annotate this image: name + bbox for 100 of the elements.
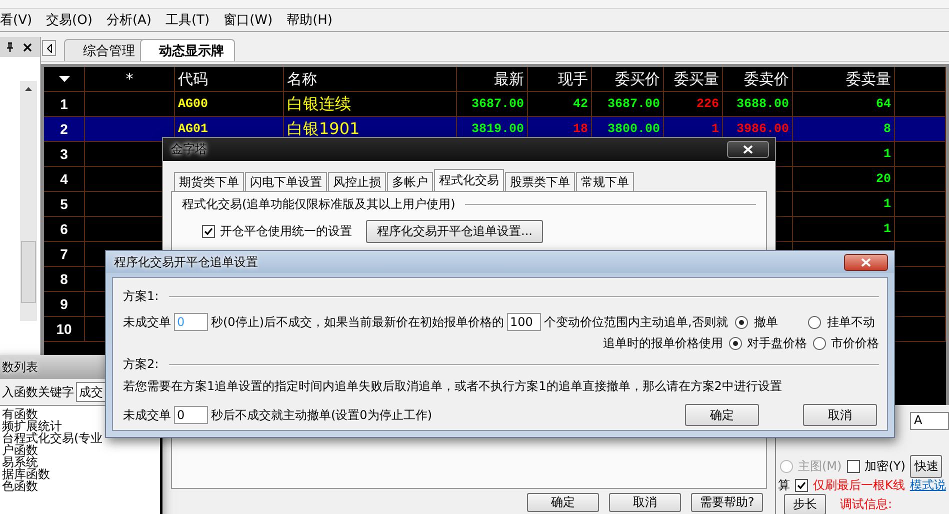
tab-scroll-button[interactable]	[42, 40, 56, 56]
dialog-button[interactable]: 取消	[803, 404, 877, 426]
table-cell: 20	[793, 167, 895, 192]
column-header[interactable]	[44, 67, 85, 92]
close-icon	[743, 145, 753, 154]
section-title: 方案2:	[123, 356, 159, 373]
row-number[interactable]: 2	[44, 117, 85, 142]
checkbox[interactable]	[795, 478, 808, 492]
sort-down-icon[interactable]	[58, 76, 70, 82]
table-cell	[895, 167, 946, 192]
input-field[interactable]: A	[910, 412, 949, 430]
row-number[interactable]: 10	[44, 317, 85, 342]
dialog-button[interactable]: 需要帮助?	[691, 493, 763, 512]
close-icon[interactable]	[23, 42, 32, 52]
radio-button[interactable]	[729, 337, 742, 350]
table-cell: 1	[793, 142, 895, 167]
dialog-button[interactable]: 确定	[527, 493, 599, 512]
column-header	[895, 67, 946, 92]
menu-item[interactable]: 工具(T)	[165, 11, 210, 29]
label-text: 未成交单	[123, 314, 171, 330]
list-item[interactable]: 易系统	[0, 456, 160, 468]
quick-button[interactable]: 快速	[910, 454, 942, 478]
pin-icon[interactable]	[6, 42, 14, 52]
row-number[interactable]: 9	[44, 292, 85, 317]
label-text: 未成交单	[123, 406, 171, 424]
scrollbar[interactable]	[20, 81, 37, 321]
table-cell: 1	[793, 192, 895, 217]
checkbox-label: 开仓平仓使用统一的设置	[220, 223, 352, 240]
settings-tab[interactable]: 闪电下单设置	[245, 172, 327, 191]
settings-tab[interactable]: 股票类下单	[505, 172, 575, 191]
settings-tab[interactable]: 常规下单	[576, 172, 634, 191]
radio-button[interactable]	[808, 316, 821, 328]
window-title: 金字塔	[171, 141, 207, 158]
close-button[interactable]	[727, 141, 769, 158]
label-text: 算	[778, 476, 790, 494]
input-field[interactable]: 0	[174, 406, 208, 424]
radio-button[interactable]	[734, 316, 748, 328]
row-number[interactable]: 7	[44, 242, 85, 267]
radio-label: 挂单不动	[826, 314, 875, 330]
list-item[interactable]: 据库函数	[0, 468, 160, 480]
scroll-up-icon[interactable]	[25, 87, 32, 91]
dialog-button[interactable]: 取消	[609, 493, 681, 512]
table-cell	[895, 192, 946, 217]
help-link[interactable]: 模式说	[910, 476, 946, 494]
column-header[interactable]: 现手	[528, 67, 592, 92]
column-header[interactable]: 委买量	[664, 67, 723, 92]
radio-label: 主图(M)	[798, 458, 842, 475]
section-title: 方案1:	[123, 288, 159, 305]
checkbox-label: 加密(Y)	[864, 458, 906, 475]
list-item[interactable]: 色函数	[0, 480, 160, 492]
search-label: 入函数关键字	[2, 384, 74, 400]
label-text: 个变动价位范围内主动追单,否则就	[544, 314, 728, 330]
checkbox[interactable]	[202, 225, 215, 238]
table-cell: 1	[793, 217, 895, 242]
table-cell: 8	[793, 117, 895, 142]
row-number[interactable]: 6	[44, 217, 85, 242]
label-text: 秒后不成交就主动撤单(设置0为停止工作)	[211, 406, 432, 424]
column-header[interactable]: 代码	[175, 67, 284, 92]
checkbox-label: 仅刷最后一根K线	[813, 476, 905, 494]
table-cell	[895, 217, 946, 242]
column-header[interactable]: 名称	[284, 67, 457, 92]
row-number[interactable]: 5	[44, 192, 85, 217]
group-title: 程式化交易(追单功能仅限标准版及其以上用户使用)	[182, 196, 456, 213]
menu-item[interactable]: 交易(O)	[46, 11, 92, 29]
debug-label: 调试信息:	[840, 496, 892, 512]
table-cell	[895, 142, 946, 167]
settings-tab[interactable]: 多帐户	[387, 172, 433, 191]
settings-tab[interactable]: 期货类下单	[174, 172, 244, 191]
column-header[interactable]: 委卖量	[793, 67, 895, 92]
column-header[interactable]: *	[85, 67, 175, 92]
menu-item[interactable]: 分析(A)	[106, 11, 152, 29]
close-button[interactable]	[844, 254, 888, 270]
radio-button[interactable]	[813, 337, 826, 350]
radio-label: 撤单	[754, 314, 778, 330]
document-tab[interactable]: 动态显示牌	[140, 39, 235, 61]
close-icon	[861, 258, 871, 266]
step-button[interactable]: 步长	[784, 494, 826, 514]
label-text: 秒(0停止)后不成交，如果当前最新价在初始报单价格的	[211, 314, 504, 330]
column-header[interactable]: 委卖价	[723, 67, 793, 92]
label-text: 追单时的报单价格使用	[603, 335, 723, 352]
column-header[interactable]: 委买价	[592, 67, 664, 92]
row-number[interactable]: 4	[44, 167, 85, 192]
table-cell	[895, 117, 946, 142]
settings-tab[interactable]: 风控止损	[328, 172, 386, 191]
radio-label: 市价价格	[831, 335, 879, 352]
window-title: 数列表	[2, 358, 38, 376]
list-item[interactable]: 户函数	[0, 444, 160, 456]
column-header[interactable]: 最新	[457, 67, 528, 92]
settings-button[interactable]: 程序化交易开平仓追单设置...	[366, 220, 544, 243]
settings-tab[interactable]: 程式化交易	[434, 169, 504, 191]
row-number[interactable]: 3	[44, 142, 85, 167]
dialog-button[interactable]: 确定	[685, 404, 759, 426]
left-arrow-icon	[46, 44, 52, 52]
menu-item[interactable]: 帮助(H)	[286, 11, 332, 29]
input-field[interactable]: 100	[507, 313, 541, 331]
row-number[interactable]: 8	[44, 267, 85, 292]
checkbox[interactable]	[846, 460, 860, 473]
menu-item[interactable]: 看(V)	[0, 11, 32, 29]
menu-item[interactable]: 窗口(W)	[224, 11, 273, 29]
scrollbar-thumb[interactable]	[21, 241, 36, 303]
